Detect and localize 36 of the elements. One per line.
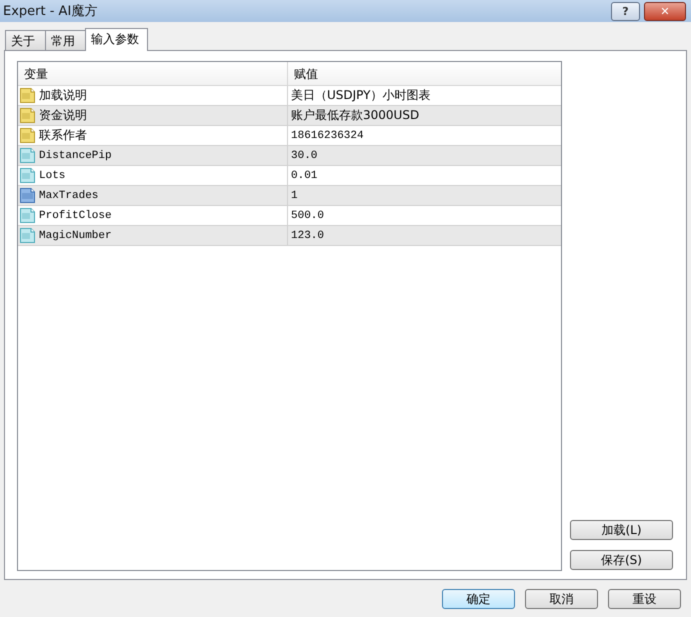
parameter-name: Lots xyxy=(39,170,66,182)
integer-type-icon xyxy=(20,188,35,203)
parameter-value: 30.0 xyxy=(291,150,318,162)
parameter-name: ProfitClose xyxy=(39,210,112,222)
parameter-value: 1 xyxy=(291,190,298,202)
help-button[interactable]: ? xyxy=(611,2,640,20)
window-title: Expert - AI魔方 xyxy=(3,3,98,20)
parameter-value: 123.0 xyxy=(291,230,324,242)
parameter-value: 美日（USDJPY）小时图表 xyxy=(291,87,430,104)
parameter-value: 0.01 xyxy=(291,170,318,182)
decimal-type-icon xyxy=(20,208,35,223)
tab[interactable]: 常用 xyxy=(45,30,86,50)
dialog-button[interactable]: 确定 xyxy=(442,589,515,609)
column-header: 变量 xyxy=(18,62,288,85)
dialog-button[interactable]: 重设 xyxy=(608,589,681,609)
parameter-value: 账户最低存款3000USD xyxy=(291,107,420,124)
decimal-type-icon xyxy=(20,228,35,243)
parameter-name: DistancePip xyxy=(39,150,112,162)
column-header: 赋值 xyxy=(293,66,318,83)
parameter-value: 18616236324 xyxy=(291,130,364,142)
decimal-type-icon xyxy=(20,148,35,163)
text-type-icon xyxy=(20,128,35,143)
tab[interactable]: 关于 xyxy=(5,30,46,50)
parameter-name: 资金说明 xyxy=(39,107,87,124)
parameter-name: 联系作者 xyxy=(39,127,87,144)
side-button[interactable]: 加载(L) xyxy=(570,520,673,540)
parameter-value: 500.0 xyxy=(291,210,324,222)
parameter-name: MagicNumber xyxy=(39,230,112,242)
dialog-button[interactable]: 取消 xyxy=(525,589,598,609)
text-type-icon xyxy=(20,88,35,103)
side-button[interactable]: 保存(S) xyxy=(570,550,673,570)
decimal-type-icon xyxy=(20,168,35,183)
text-type-icon xyxy=(20,108,35,123)
parameter-name: 加载说明 xyxy=(39,87,87,104)
tab[interactable]: 输入参数 xyxy=(85,28,148,51)
parameter-name: MaxTrades xyxy=(39,190,98,202)
